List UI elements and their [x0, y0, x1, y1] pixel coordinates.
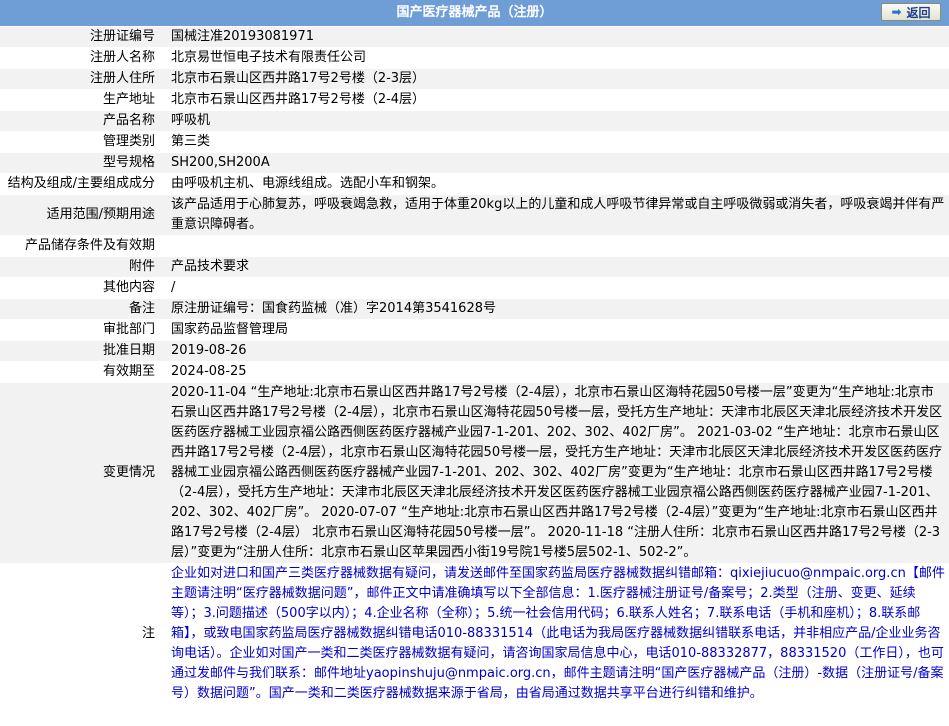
field-value: 原注册证编号：国食药监械（准）字2014第3541628号	[161, 298, 949, 320]
field-label: 产品名称	[0, 110, 161, 132]
page-header: 国产医疗器械产品（注册） ➡ 返回	[0, 0, 949, 27]
field-value: 第三类	[161, 131, 949, 153]
back-button-label: 返回	[906, 5, 931, 20]
table-row: 变更情况 2020-11-04 “生产地址:北京市石景山区西井路17号2号楼（2-…	[0, 382, 949, 564]
field-label: 变更情况	[0, 382, 161, 564]
field-value: SH200,SH200A	[161, 152, 949, 174]
field-label: 注册人名称	[0, 47, 161, 69]
field-value: 国械注准20193081971	[161, 27, 949, 48]
field-value: 国家药品监督管理局	[161, 319, 949, 341]
field-label: 结构及组成/主要组成成分	[0, 173, 161, 195]
field-label: 审批部门	[0, 319, 161, 341]
field-label: 生产地址	[0, 89, 161, 111]
table-row: 审批部门 国家药品监督管理局	[0, 319, 949, 341]
field-value: 该产品适用于心肺复苏，呼吸衰竭急救，适用于体重20kg以上的儿童和成人呼吸节律异…	[161, 194, 949, 236]
back-button[interactable]: ➡ 返回	[881, 3, 941, 21]
table-row: 产品名称 呼吸机	[0, 110, 949, 132]
field-value: /	[161, 277, 949, 299]
field-value	[161, 235, 949, 257]
field-value: 北京市石景山区西井路17号2号楼（2-3层）	[161, 68, 949, 90]
field-label: 批准日期	[0, 340, 161, 362]
table-row: 有效期至 2024-08-25	[0, 361, 949, 383]
field-value: 产品技术要求	[161, 256, 949, 278]
field-label: 备注	[0, 298, 161, 320]
registration-detail-table: 注册证编号 国械注准20193081971 注册人名称 北京易世恒电子技术有限责任公…	[0, 27, 949, 704]
field-label: 注册证编号	[0, 27, 161, 48]
field-label: 附件	[0, 256, 161, 278]
table-row: 其他内容 /	[0, 277, 949, 299]
field-value: 由呼吸机主机、电源线组成。选配小车和钢架。	[161, 173, 949, 195]
table-row: 注册人住所 北京市石景山区西井路17号2号楼（2-3层）	[0, 68, 949, 90]
table-row: 适用范围/预期用途 该产品适用于心肺复苏，呼吸衰竭急救，适用于体重20kg以上的儿…	[0, 194, 949, 236]
field-label: 适用范围/预期用途	[0, 194, 161, 236]
field-value: 北京易世恒电子技术有限责任公司	[161, 47, 949, 69]
table-row: 附件 产品技术要求	[0, 256, 949, 278]
field-label: 注册人住所	[0, 68, 161, 90]
table-row: 结构及组成/主要组成成分 由呼吸机主机、电源线组成。选配小车和钢架。	[0, 173, 949, 195]
field-value: 北京市石景山区西井路17号2号楼（2-4层）	[161, 89, 949, 111]
field-label: 管理类别	[0, 131, 161, 153]
table-row: 管理类别 第三类	[0, 131, 949, 153]
table-row: 注册人名称 北京易世恒电子技术有限责任公司	[0, 47, 949, 69]
table-row: 型号规格 SH200,SH200A	[0, 152, 949, 174]
field-label: 型号规格	[0, 152, 161, 174]
note-text: 企业如对进口和国产三类医疗器械数据有疑问，请发送邮件至国家药监局医疗器械数据纠错…	[171, 566, 945, 701]
field-label: 产品储存条件及有效期	[0, 235, 161, 257]
arrow-right-icon: ➡	[891, 5, 902, 19]
field-value: 2024-08-25	[161, 361, 949, 383]
field-label: 有效期至	[0, 361, 161, 383]
table-row: 备注 原注册证编号：国食药监械（准）字2014第3541628号	[0, 298, 949, 320]
table-row: 批准日期 2019-08-26	[0, 340, 949, 362]
change-history: 2020-11-04 “生产地址:北京市石景山区西井路17号2号楼（2-4层），…	[161, 382, 949, 564]
page-title: 国产医疗器械产品（注册）	[396, 5, 553, 20]
table-row: 注册证编号 国械注准20193081971	[0, 27, 949, 48]
table-row: 注 企业如对进口和国产三类医疗器械数据有疑问，请发送邮件至国家药监局医疗器械数据纠…	[0, 563, 949, 704]
field-label: 其他内容	[0, 277, 161, 299]
table-row: 产品储存条件及有效期	[0, 235, 949, 257]
field-value: 呼吸机	[161, 110, 949, 132]
field-value: 2019-08-26	[161, 340, 949, 362]
field-label: 注	[141, 626, 155, 641]
table-row: 生产地址 北京市石景山区西井路17号2号楼（2-4层）	[0, 89, 949, 111]
